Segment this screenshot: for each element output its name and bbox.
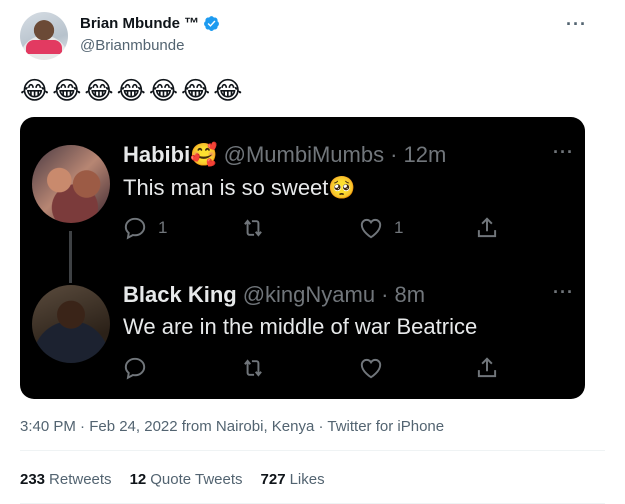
embedded-name: Black King bbox=[123, 282, 237, 307]
embedded-more-icon: ··· bbox=[553, 142, 574, 162]
author-avatar[interactable] bbox=[20, 12, 68, 60]
embedded-action-bar: 1 1 bbox=[122, 215, 502, 243]
likes-stat[interactable]: 727 Likes bbox=[261, 471, 325, 488]
embedded-avatar-habibi bbox=[32, 145, 110, 223]
embedded-header: Habibi🥰 @MumbiMumbs · 12m bbox=[123, 142, 446, 168]
share-icon bbox=[477, 357, 497, 378]
embedded-screenshot: Habibi🥰 @MumbiMumbs · 12m ··· This man i… bbox=[20, 117, 585, 399]
avatar-shirt bbox=[26, 40, 62, 54]
share-action bbox=[474, 215, 500, 241]
embedded-text: This man is so sweet🥺 bbox=[123, 175, 356, 200]
author-handle[interactable]: @Brianmbunde bbox=[80, 37, 184, 54]
like-action: 1 bbox=[358, 215, 403, 241]
quote-tweets-stat[interactable]: 12 Quote Tweets bbox=[130, 471, 243, 488]
likes-count: 727 bbox=[260, 471, 286, 488]
retweet-action bbox=[240, 355, 266, 381]
divider bbox=[20, 450, 605, 451]
embedded-more-icon: ··· bbox=[553, 282, 574, 302]
embedded-text: We are in the middle of war Beatrice bbox=[123, 314, 478, 339]
share-icon bbox=[477, 217, 497, 238]
verified-badge-icon bbox=[204, 16, 220, 31]
retweets-count: 233 bbox=[20, 471, 46, 488]
tweet-timestamp[interactable]: 3:40 PM · Feb 24, 2022 from Nairobi, Ken… bbox=[20, 418, 444, 435]
like-count: 1 bbox=[394, 218, 404, 237]
quote-tweets-label: Quote Tweets bbox=[150, 471, 243, 488]
embedded-handle: @MumbiMumbs bbox=[223, 142, 385, 167]
reply-count: 1 bbox=[158, 218, 168, 237]
tweet-text: 😂😂😂😂😂😂😂 bbox=[20, 77, 246, 105]
more-options-button[interactable]: ··· bbox=[566, 14, 587, 35]
embedded-time: · 8m bbox=[381, 282, 426, 307]
likes-label: Likes bbox=[289, 471, 325, 488]
quote-tweets-count: 12 bbox=[129, 471, 147, 488]
retweets-stat[interactable]: 233 Retweets bbox=[20, 471, 112, 488]
embedded-time: · 12m bbox=[390, 142, 447, 167]
embedded-name: Habibi🥰 bbox=[123, 142, 218, 167]
retweets-label: Retweets bbox=[49, 471, 112, 488]
retweet-action bbox=[240, 215, 266, 241]
like-action bbox=[358, 355, 384, 381]
embedded-action-bar bbox=[122, 355, 502, 383]
retweet-icon bbox=[244, 219, 262, 237]
heart-icon bbox=[360, 218, 382, 239]
share-action bbox=[474, 355, 500, 381]
retweet-icon bbox=[244, 359, 262, 377]
embedded-header: Black King @kingNyamu · 8m bbox=[123, 282, 425, 308]
reply-action: 1 bbox=[122, 215, 167, 241]
embedded-avatar-black-king bbox=[32, 285, 110, 363]
author-name-row[interactable]: Brian Mbunde ™ bbox=[80, 15, 220, 32]
reply-action bbox=[122, 355, 148, 381]
reply-icon bbox=[124, 217, 146, 240]
thread-connector bbox=[69, 231, 72, 283]
engagement-stats: 233 Retweets 12 Quote Tweets 727 Likes bbox=[20, 471, 325, 488]
author-name[interactable]: Brian Mbunde ™ bbox=[80, 15, 199, 32]
reply-icon bbox=[124, 357, 146, 380]
heart-icon bbox=[360, 358, 382, 379]
embedded-handle: @kingNyamu bbox=[242, 282, 376, 307]
